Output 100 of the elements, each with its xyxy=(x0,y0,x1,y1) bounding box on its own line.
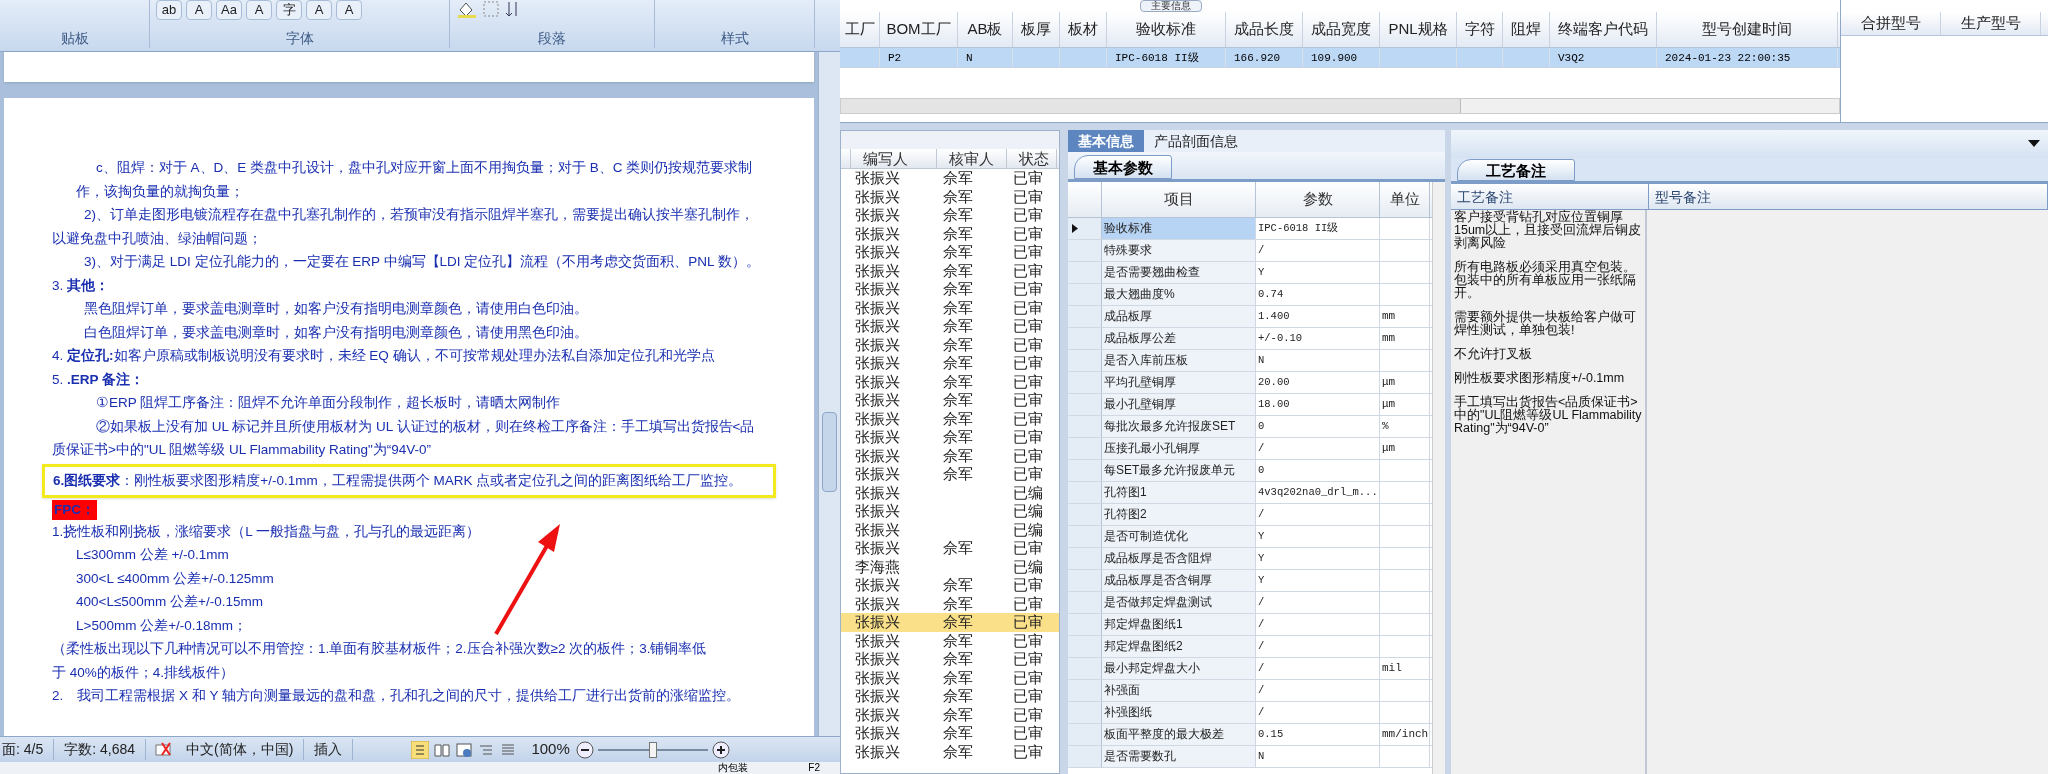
table-cell[interactable]: 每批次最多允许报废SET xyxy=(1102,416,1256,437)
ribbon-button[interactable]: 字 xyxy=(276,0,302,20)
table-cell[interactable]: 孔符图1 xyxy=(1102,482,1256,503)
table-cell[interactable]: Y xyxy=(1256,548,1380,569)
table-cell[interactable]: 每SET最多允许报废单元 xyxy=(1102,460,1256,481)
column-header[interactable]: 状态 xyxy=(1007,149,1057,168)
border-icon[interactable] xyxy=(482,0,500,18)
table-cell[interactable]: 4v3q202na0_drl_m... xyxy=(1256,482,1380,503)
tab[interactable]: 产品剖面信息 xyxy=(1144,130,1248,152)
table-cell[interactable]: 20.00 xyxy=(1256,372,1380,393)
page-indicator[interactable]: 面: 4/5 xyxy=(0,739,55,760)
row-header[interactable] xyxy=(1068,218,1102,239)
column-header[interactable]: 工厂 xyxy=(840,12,880,47)
table-cell[interactable]: 0.15 xyxy=(1256,724,1380,745)
table-cell[interactable]: 0 xyxy=(1256,460,1380,481)
column-header[interactable]: 单位 xyxy=(1380,182,1430,217)
table-cell[interactable]: Y xyxy=(1256,262,1380,283)
table-cell[interactable]: 补强图纸 xyxy=(1102,702,1256,723)
table-cell[interactable]: 18.00 xyxy=(1256,394,1380,415)
column-header[interactable]: 板材 xyxy=(1060,12,1107,47)
column-header[interactable]: 型号创建时间 xyxy=(1657,12,1838,47)
splitter[interactable] xyxy=(840,123,2048,130)
table-cell[interactable]: 成品板厚公差 xyxy=(1102,328,1256,349)
column-header[interactable]: 验收标准 xyxy=(1107,12,1226,47)
zoom-out-icon[interactable] xyxy=(575,740,594,759)
table-cell[interactable]: +/-0.10 xyxy=(1256,328,1380,349)
table-cell[interactable]: / xyxy=(1256,240,1380,261)
ribbon-button[interactable]: A xyxy=(246,0,272,20)
table-cell[interactable]: 成品板厚是否含铜厚 xyxy=(1102,570,1256,591)
zoom-in-icon[interactable] xyxy=(711,740,730,759)
word-count[interactable]: 字数: 4,684 xyxy=(54,739,147,760)
column-header[interactable]: 合拼型号 xyxy=(1841,12,1941,35)
table-cell[interactable]: 最小邦定焊盘大小 xyxy=(1102,658,1256,679)
table-cell[interactable]: / xyxy=(1256,702,1380,723)
table-cell[interactable]: 最大翘曲度% xyxy=(1102,284,1256,305)
table-cell[interactable]: N xyxy=(1256,350,1380,371)
print-layout-icon[interactable] xyxy=(411,740,430,759)
column-header[interactable]: 终端客户代码 xyxy=(1550,12,1657,47)
tab[interactable]: 工艺备注 xyxy=(1457,159,1575,181)
table-cell[interactable]: Y xyxy=(1256,526,1380,547)
table-cell[interactable]: 是否需要翘曲检查 xyxy=(1102,262,1256,283)
table-cell[interactable]: 压接孔最小孔铜厚 xyxy=(1102,438,1256,459)
ribbon-button[interactable]: A xyxy=(186,0,212,20)
column-header[interactable]: 编写人 xyxy=(851,149,937,168)
table-cell[interactable]: 特殊要求 xyxy=(1102,240,1256,261)
column-header[interactable]: 项目 xyxy=(1102,182,1256,217)
table-cell[interactable]: 1.400 xyxy=(1256,306,1380,327)
zoom-slider[interactable] xyxy=(597,740,708,759)
horizontal-scrollbar[interactable] xyxy=(840,98,1840,114)
table-cell[interactable]: 最小孔壁铜厚 xyxy=(1102,394,1256,415)
table-cell[interactable]: Y xyxy=(1256,570,1380,591)
column-header[interactable]: 型号备注 xyxy=(1649,184,2048,209)
splitter[interactable] xyxy=(1445,130,1451,774)
vertical-scrollbar[interactable] xyxy=(1432,182,1445,774)
column-header[interactable]: 核审人 xyxy=(937,149,1007,168)
column-header[interactable]: 工艺备注 xyxy=(1451,184,1649,209)
table-cell[interactable]: 邦定焊盘图纸2 xyxy=(1102,636,1256,657)
table-cell[interactable]: / xyxy=(1256,504,1380,525)
column-header[interactable]: 板厚 xyxy=(1013,12,1060,47)
insert-mode[interactable]: 插入 xyxy=(304,739,354,760)
table-row[interactable]: P2 N IPC-6018 II级 166.920 109.900 V3Q2 2024-01-23 22:00:35 xyxy=(840,48,1840,68)
table-cell[interactable]: 0.74 xyxy=(1256,284,1380,305)
language-indicator[interactable]: 中文(简体，中国) xyxy=(186,739,294,760)
column-header[interactable]: 成品长度 xyxy=(1226,12,1303,47)
column-header[interactable]: 参数 xyxy=(1256,182,1380,217)
vertical-scrollbar[interactable] xyxy=(818,52,840,736)
table-cell[interactable]: / xyxy=(1256,658,1380,679)
zoom-level[interactable]: 100% xyxy=(525,738,576,761)
table-cell[interactable]: 是否入库前压板 xyxy=(1102,350,1256,371)
tab[interactable]: 基本参数 xyxy=(1074,155,1172,179)
list-row[interactable]: 张振兴 佘军 已审 xyxy=(841,613,1059,632)
column-header[interactable]: PNL规格 xyxy=(1380,12,1457,47)
table-cell[interactable]: 成品板厚 xyxy=(1102,306,1256,327)
table-cell[interactable]: 孔符图2 xyxy=(1102,504,1256,525)
table-cell[interactable]: 成品板厚是否含阻焊 xyxy=(1102,548,1256,569)
tab[interactable]: 主要信息 xyxy=(1140,0,1202,12)
ribbon-button[interactable]: A xyxy=(306,0,332,20)
paint-bucket-icon[interactable] xyxy=(456,0,478,18)
table-cell[interactable]: / xyxy=(1256,592,1380,613)
table-cell[interactable]: / xyxy=(1256,438,1380,459)
tab[interactable]: 基本信息 xyxy=(1068,130,1144,152)
ribbon-button[interactable]: A xyxy=(336,0,362,20)
table-cell[interactable]: 平均孔壁铜厚 xyxy=(1102,372,1256,393)
table-cell[interactable]: 是否可制造优化 xyxy=(1102,526,1256,547)
table-cell[interactable]: IPC-6018 II级 xyxy=(1256,218,1380,239)
web-layout-icon[interactable] xyxy=(455,740,474,759)
ribbon-button[interactable]: Aa xyxy=(216,0,242,20)
dropdown-arrow-icon[interactable] xyxy=(2028,140,2040,148)
column-header[interactable]: 成品宽度 xyxy=(1303,12,1380,47)
column-header[interactable]: 阻焊 xyxy=(1503,12,1550,47)
ribbon-button[interactable]: ab xyxy=(156,0,182,20)
table-cell[interactable]: / xyxy=(1256,636,1380,657)
table-cell[interactable]: 0 xyxy=(1256,416,1380,437)
table-cell[interactable]: N xyxy=(1256,746,1380,767)
table-cell[interactable]: 板面平整度的最大极差 xyxy=(1102,724,1256,745)
table-cell[interactable]: 补强面 xyxy=(1102,680,1256,701)
column-header[interactable]: AB板 xyxy=(958,12,1013,47)
table-cell[interactable]: / xyxy=(1256,614,1380,635)
slider-thumb[interactable] xyxy=(648,741,657,758)
table-cell[interactable]: 邦定焊盘图纸1 xyxy=(1102,614,1256,635)
